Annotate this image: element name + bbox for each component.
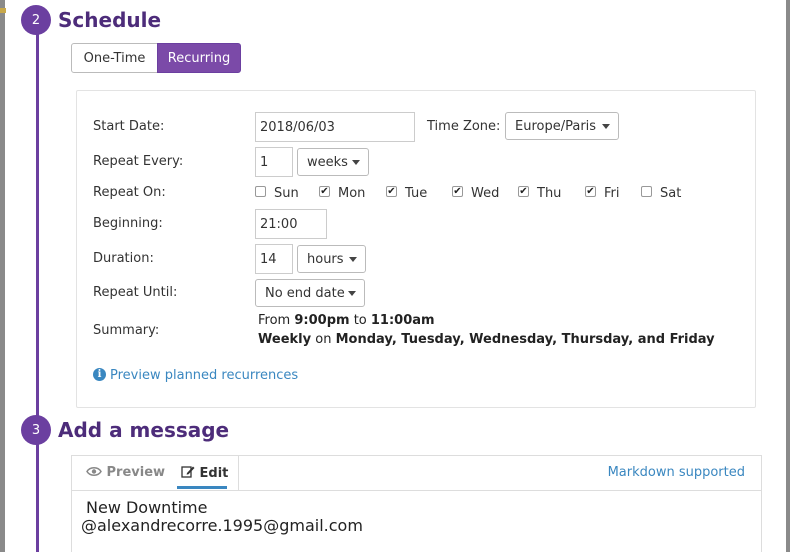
duration-unit-value: hours [307,251,344,267]
schedule-form-panel [76,90,756,408]
section-title-schedule: Schedule [58,8,162,32]
checkbox-icon[interactable]: ✔ [319,186,330,197]
duration-unit-select[interactable]: hours [297,245,366,273]
message-text-line-1[interactable]: New Downtime [86,499,207,517]
markdown-supported-link[interactable]: Markdown supported [608,465,745,480]
chevron-down-icon [352,160,360,165]
checkbox-icon[interactable]: ✔ [585,186,596,197]
timezone-label: Time Zone: [427,119,501,134]
repeat-unit-select[interactable]: weeks [297,148,369,176]
repeat-on-label: Repeat On: [93,185,166,200]
one-time-button[interactable]: One-Time [71,43,158,73]
checkbox-icon[interactable]: ✔ [452,186,463,197]
repeat-every-label: Repeat Every: [93,154,184,169]
chevron-down-icon [348,291,356,296]
step-number-badge: 3 [21,415,51,445]
tab-preview[interactable]: Preview [86,465,165,480]
summary-from: From [258,313,291,328]
message-text-line-2[interactable]: @alexandrecorre.1995@gmail.com [81,517,363,535]
day-label-sun: Sun [274,186,299,201]
checkbox-icon[interactable] [255,186,266,197]
checkbox-icon[interactable]: ✔ [386,186,397,197]
repeat-until-value: No end date [265,285,345,301]
window-right-edge [786,0,790,552]
chevron-down-icon [349,257,357,262]
window-edge-marker [0,8,6,13]
duration-input[interactable]: 14 [255,244,293,274]
active-tab-indicator [177,486,227,489]
window-left-edge [0,0,5,552]
day-label-tue: Tue [405,186,428,201]
step-number-badge: 2 [21,5,51,35]
day-label-thu: Thu [537,186,562,201]
day-label-wed: Wed [471,186,500,201]
recurring-button[interactable]: Recurring [157,43,241,73]
duration-label: Duration: [93,251,154,266]
tab-edit[interactable]: Edit [181,465,228,481]
timezone-value: Europe/Paris [515,118,597,134]
summary-end-time: 11:00am [370,313,435,328]
timezone-select[interactable]: Europe/Paris [505,112,619,140]
editor-tabbar: Preview Edit Markdown supported [72,456,761,491]
tab-divider [238,456,239,490]
start-date-input[interactable]: 2018/06/03 [255,112,415,142]
day-label-mon: Mon [338,186,366,201]
chevron-down-icon [602,124,610,129]
checkbox-icon[interactable] [641,186,652,197]
info-icon: i [93,368,106,381]
start-date-label: Start Date: [93,119,165,134]
day-label-fri: Fri [604,186,620,201]
edit-icon [181,466,195,478]
repeat-until-label: Repeat Until: [93,285,178,300]
tab-preview-label: Preview [106,465,166,480]
summary-days: Monday, Tuesday, Wednesday, Thursday, an… [335,332,715,347]
section-title-message: Add a message [58,418,230,442]
repeat-every-input[interactable]: 1 [255,147,293,177]
checkbox-icon[interactable]: ✔ [518,186,529,197]
summary-start-time: 9:00pm [294,313,350,328]
summary-label: Summary: [93,323,160,338]
beginning-time-input[interactable]: 21:00 [255,209,327,239]
message-editor: Preview Edit Markdown supported New Down… [71,455,762,552]
step-timeline [36,20,39,552]
summary-on: on [315,332,332,347]
summary-frequency: Weekly [258,332,312,347]
repeat-until-select[interactable]: No end date [255,279,365,307]
eye-icon [86,467,102,476]
day-label-sat: Sat [660,186,682,201]
tab-edit-label: Edit [199,466,229,481]
summary-to: to [353,313,367,328]
beginning-label: Beginning: [93,216,163,231]
summary-line-1: From 9:00pm to 11:00am [258,313,435,328]
summary-line-2: Weekly on Monday, Tuesday, Wednesday, Th… [258,332,715,347]
repeat-unit-value: weeks [307,154,348,170]
preview-recurrences-link[interactable]: Preview planned recurrences [110,368,298,383]
